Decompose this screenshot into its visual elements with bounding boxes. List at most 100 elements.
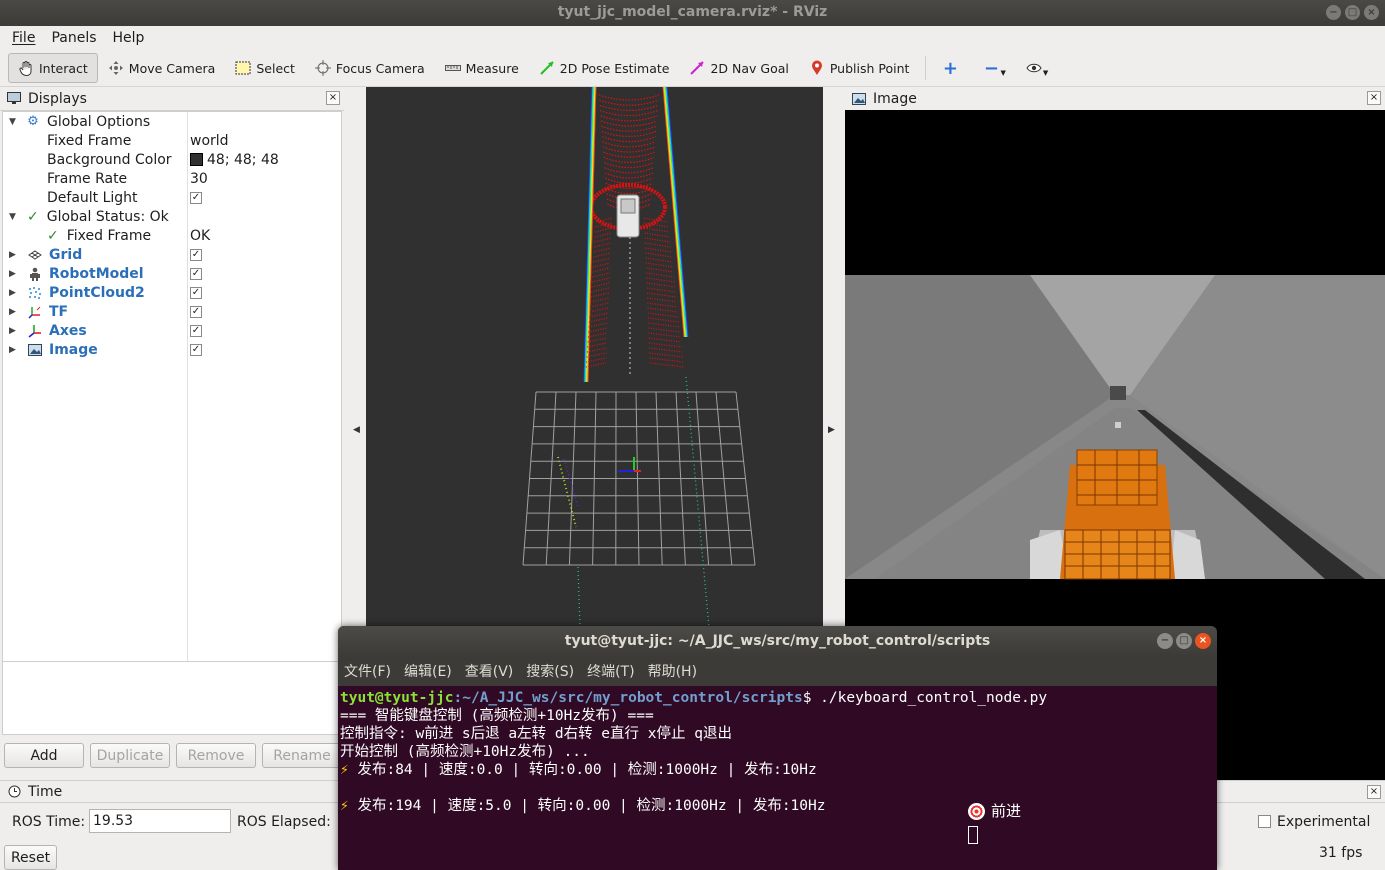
status-fixed-frame-value: OK: [190, 227, 211, 244]
minimize-icon[interactable]: −: [1157, 633, 1173, 649]
maximize-icon[interactable]: □: [1176, 633, 1192, 649]
terminal-menu-file[interactable]: 文件(F): [344, 661, 391, 681]
axes-enabled-checkbox[interactable]: ✓: [190, 324, 202, 337]
tree-row-tf[interactable]: ▶ TF ✓: [3, 302, 341, 321]
laser-scan-fan: [592, 272, 610, 278]
terminal-menu-help[interactable]: 帮助(H): [648, 661, 697, 681]
tool-focus-camera[interactable]: Focus Camera: [305, 53, 435, 83]
tree-row-fixed-frame[interactable]: Fixed Frame world: [3, 131, 341, 150]
displays-panel-header: Displays ×: [0, 87, 344, 111]
tree-row-frame-rate[interactable]: Frame Rate 30: [3, 169, 341, 188]
add-tool-button[interactable]: +: [932, 53, 973, 83]
reset-button[interactable]: Reset: [4, 845, 57, 870]
expand-arrow-icon[interactable]: ▼: [9, 212, 19, 222]
fixed-frame-value[interactable]: world: [190, 133, 229, 149]
tree-row-default-light[interactable]: Default Light ✓: [3, 188, 341, 207]
nav-goal-icon: [689, 60, 705, 76]
image-panel-header: Image ×: [845, 87, 1385, 111]
expand-arrow-icon[interactable]: ▶: [9, 345, 19, 355]
terminal-line: 开始控制 (高频检测+10Hz发布) ...: [340, 744, 590, 760]
tool-2d-pose-estimate[interactable]: 2D Pose Estimate: [529, 53, 680, 83]
terminal-titlebar[interactable]: tyut@tyut-jjc: ~/A_JJC_ws/src/my_robot_c…: [338, 626, 1217, 656]
tree-row-axes[interactable]: ▶ Axes ✓: [3, 321, 341, 340]
expand-arrow-icon[interactable]: ▶: [9, 307, 19, 317]
minimize-icon[interactable]: −: [1326, 5, 1341, 20]
add-display-button[interactable]: Add: [4, 743, 84, 768]
tool-interact[interactable]: Interact: [8, 53, 98, 83]
clock-icon: [6, 784, 22, 800]
collapse-right-icon[interactable]: ▶: [828, 425, 835, 435]
terminal-output[interactable]: tyut@tyut-jjc:~/A_JJC_ws/src/my_robot_co…: [338, 686, 1217, 870]
ros-time-field[interactable]: 19.53: [89, 809, 231, 833]
laser-scan-arc: [600, 110, 658, 117]
close-icon[interactable]: ×: [326, 91, 340, 105]
close-icon[interactable]: ×: [1367, 785, 1381, 799]
tree-row-robotmodel[interactable]: ▶ RobotModel ✓: [3, 264, 341, 283]
pose-estimate-icon: [539, 60, 555, 76]
expand-arrow-icon[interactable]: ▶: [9, 288, 19, 298]
tf-enabled-checkbox[interactable]: ✓: [190, 305, 202, 318]
tree-row-image[interactable]: ▶ Image ✓: [3, 340, 341, 359]
expand-arrow-icon[interactable]: ▼: [9, 117, 19, 127]
background-color-value[interactable]: 48; 48; 48: [207, 152, 279, 168]
menu-file[interactable]: File: [4, 30, 43, 46]
toggle-tool-visibility-button[interactable]: ▼: [1016, 53, 1058, 83]
terminal-menu-view[interactable]: 查看(V): [465, 661, 514, 681]
tool-move-camera-label: Move Camera: [128, 60, 216, 76]
tool-publish-point[interactable]: Publish Point: [799, 53, 920, 83]
menu-panels[interactable]: Panels: [43, 30, 104, 46]
close-icon[interactable]: ×: [1364, 5, 1379, 20]
chevron-down-icon: ▼: [1000, 69, 1006, 77]
tool-move-camera[interactable]: Move Camera: [98, 53, 226, 83]
tree-row-status-fixed-frame[interactable]: ✓ Fixed Frame OK: [3, 226, 341, 245]
collapse-left-icon[interactable]: ◀: [353, 425, 360, 435]
tree-row-global-options[interactable]: ▼ ⚙ Global Options: [3, 112, 341, 131]
tool-2d-nav-goal[interactable]: 2D Nav Goal: [679, 53, 798, 83]
remove-display-button[interactable]: Remove: [176, 743, 256, 768]
ruler-icon: [444, 60, 461, 76]
laser-scan-fan: [589, 307, 609, 313]
default-light-checkbox[interactable]: ✓: [190, 191, 202, 204]
laser-scan-fan: [587, 342, 608, 348]
tree-row-global-status[interactable]: ▼ ✓ Global Status: Ok: [3, 207, 341, 226]
tree-row-grid[interactable]: ▶ Grid ✓: [3, 245, 341, 264]
plus-icon: +: [942, 57, 958, 79]
tool-measure[interactable]: Measure: [435, 53, 529, 83]
pointcloud2-enabled-checkbox[interactable]: ✓: [190, 286, 202, 299]
terminal-menu-edit[interactable]: 编辑(E): [404, 661, 452, 681]
close-icon[interactable]: ×: [1367, 91, 1381, 105]
pointcloud-wall-right: [665, 87, 688, 338]
tf-icon: [27, 304, 43, 320]
grid-enabled-checkbox[interactable]: ✓: [190, 248, 202, 261]
terminal-menu-search[interactable]: 搜索(S): [526, 661, 574, 681]
tree-row-pointcloud2[interactable]: ▶ PointCloud2 ✓: [3, 283, 341, 302]
menu-help[interactable]: Help: [105, 30, 153, 46]
pointcloud-wall-right: [664, 87, 687, 338]
laser-scan-fan: [590, 287, 610, 293]
experimental-checkbox[interactable]: [1258, 815, 1271, 828]
expand-arrow-icon[interactable]: ▶: [9, 269, 19, 279]
close-icon[interactable]: ×: [1195, 633, 1211, 649]
image-icon: [851, 91, 867, 107]
expand-arrow-icon[interactable]: ▶: [9, 326, 19, 336]
tree-row-background-color[interactable]: Background Color 48; 48; 48: [3, 150, 341, 169]
maximize-icon[interactable]: □: [1345, 5, 1360, 20]
terminal-title: tyut@tyut-jjc: ~/A_JJC_ws/src/my_robot_c…: [564, 633, 991, 649]
image-enabled-checkbox[interactable]: ✓: [190, 343, 202, 356]
laser-scan-arc: [600, 120, 658, 127]
ros-time-label: ROS Time:: [12, 814, 86, 830]
duplicate-display-button[interactable]: Duplicate: [90, 743, 170, 768]
color-swatch[interactable]: [190, 153, 203, 166]
axes-icon: [27, 323, 43, 339]
fps-counter: 31 fps: [1319, 845, 1363, 861]
rename-display-button[interactable]: Rename: [262, 743, 342, 768]
terminal-menu-terminal[interactable]: 终端(T): [587, 661, 634, 681]
robotmodel-enabled-checkbox[interactable]: ✓: [190, 267, 202, 280]
remove-tool-button[interactable]: − ▼: [973, 53, 1015, 83]
tool-select[interactable]: Select: [225, 53, 305, 83]
expand-arrow-icon[interactable]: ▶: [9, 250, 19, 260]
tool-focus-camera-label: Focus Camera: [335, 60, 425, 76]
laser-scan-fan: [646, 287, 676, 293]
frame-rate-value[interactable]: 30: [190, 171, 208, 187]
terminal-window[interactable]: tyut@tyut-jjc: ~/A_JJC_ws/src/my_robot_c…: [338, 626, 1217, 870]
